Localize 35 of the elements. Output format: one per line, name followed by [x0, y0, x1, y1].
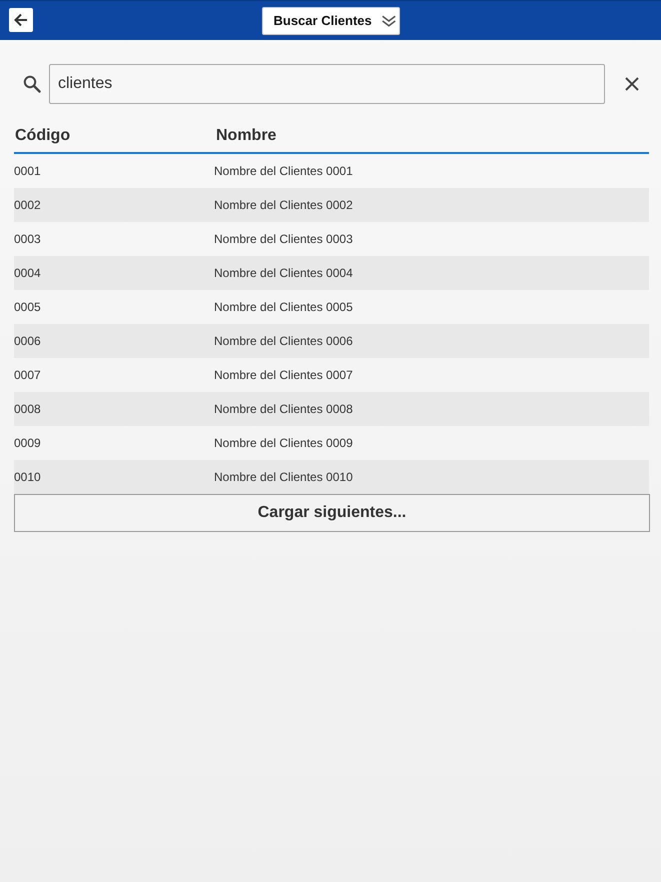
table-cell-text: Nombre del Clientes 0009: [214, 436, 354, 450]
table-cell-text: Nombre del Clientes 0003: [214, 232, 354, 246]
table-cell-text: 0008: [14, 402, 42, 416]
table-cell-text: Nombre del Clientes 0001: [214, 164, 354, 178]
table-cell-text: 0001: [14, 164, 42, 178]
table-cell-text: Nombre del Clientes 0006: [214, 334, 354, 348]
column-header: Código: [14, 126, 72, 146]
close-icon[interactable]: [625, 77, 639, 91]
load-more-button[interactable]: Cargar siguientes...: [14, 494, 650, 532]
table-cell-text: Nombre del Clientes 0005: [214, 300, 354, 314]
table-row[interactable]: 0008 Nombre del Clientes 0008: [14, 392, 649, 426]
table-cell-text: 0006: [14, 334, 42, 348]
table-cell-text: Nombre del Clientes 0010: [214, 470, 354, 484]
column-header: Nombre: [215, 126, 278, 146]
back-button[interactable]: [9, 8, 33, 32]
back-arrow-icon: [13, 12, 29, 28]
table-cell-text: 0003: [14, 232, 42, 246]
double-chevron-icon: [380, 12, 396, 28]
table-cell-text: Nombre del Clientes 0004: [214, 266, 354, 280]
table-row[interactable]: 0004 Nombre del Clientes 0004: [14, 256, 649, 290]
search-field[interactable]: clientes: [49, 64, 605, 104]
table-cell-text: 0010: [14, 470, 42, 484]
table-row[interactable]: 0010 Nombre del Clientes 0010: [14, 460, 649, 494]
table-row[interactable]: 0006 Nombre del Clientes 0006: [14, 324, 649, 358]
table-cell-text: 0007: [14, 368, 42, 382]
table-cell-text: 0005: [14, 300, 42, 314]
table-cell-text: Nombre del Clientes 0008: [214, 402, 354, 416]
table-cell-text: 0004: [14, 266, 42, 280]
table-cell-text: Nombre del Clientes 0002: [214, 198, 354, 212]
table-cell-text: 0002: [14, 198, 42, 212]
search-icon: [22, 75, 40, 93]
title-dropdown-button[interactable]: Buscar Clientes: [262, 6, 400, 34]
table-row[interactable]: 0002 Nombre del Clientes 0002: [14, 188, 649, 222]
table-cell-text: 0009: [14, 436, 42, 450]
table-cell-text: Nombre del Clientes 0007: [214, 368, 354, 382]
